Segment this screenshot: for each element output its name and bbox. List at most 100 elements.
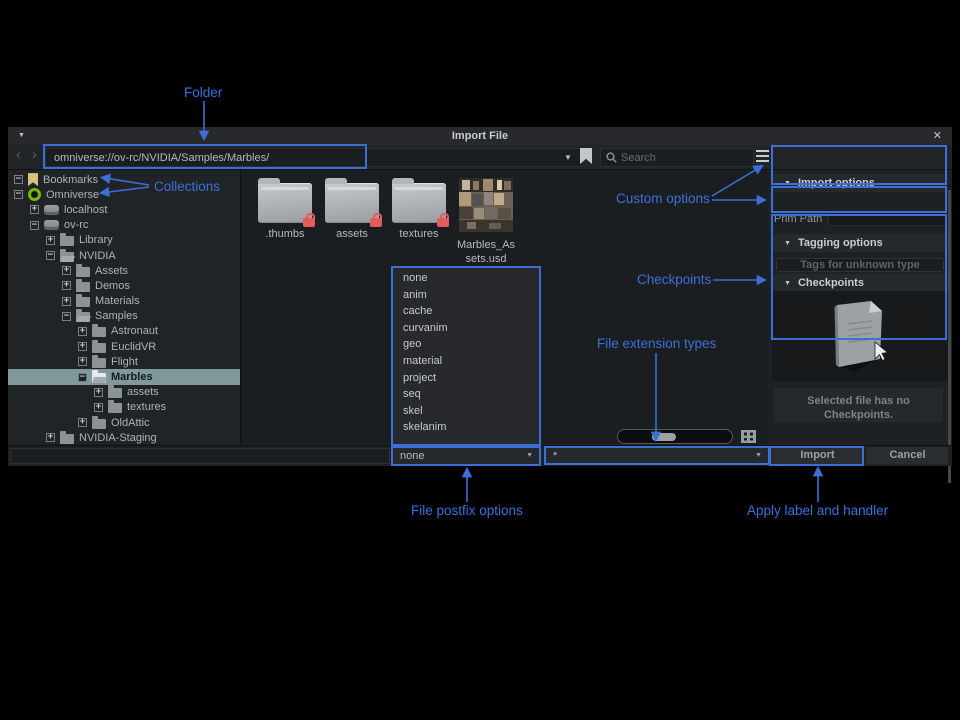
list-item[interactable]: seq [393,386,540,403]
expand-icon[interactable] [78,342,87,351]
tagging-options-header[interactable]: ▼ Tagging options [772,234,948,252]
search-icon [606,152,617,163]
document-icon [819,297,899,377]
tags-input[interactable]: Tags for unknown type [776,258,944,272]
tree-item-label: Flight [111,356,138,368]
list-item[interactable]: material [393,353,540,370]
folder-icon [392,183,446,223]
tree-item-textures-sub[interactable]: textures [8,400,240,415]
expand-icon[interactable] [46,236,55,245]
section-title: Tagging options [798,237,883,249]
prim-path-input[interactable] [828,211,946,226]
tree-item-demos[interactable]: Demos [8,278,240,293]
folder-icon [60,434,74,444]
options-panel: ▼ Import options Prim Path ▼ Tagging opt… [768,170,952,444]
bookmark-icon[interactable] [580,148,592,164]
folder-open-icon [60,252,74,262]
icon-size-slider[interactable] [617,429,733,444]
folder-icon [108,403,122,413]
section-title: Import options [798,177,875,189]
footer-bar: none ▼ * ▼ Import Cancel [8,445,952,466]
search-input[interactable] [621,152,741,164]
import-options-header[interactable]: ▼ Import options [772,174,948,192]
tree-item-localhost[interactable]: localhost [8,202,240,217]
cancel-button[interactable]: Cancel [867,447,948,464]
tree-item-assets[interactable]: Assets [8,263,240,278]
list-item[interactable]: skelanim [393,419,540,436]
collapse-icon[interactable] [14,175,23,184]
collapse-icon[interactable] [78,373,87,382]
folder-open-icon [92,373,106,383]
tree-item-assets-sub[interactable]: assets [8,385,240,400]
annotation-apply-label-and-handler: Apply label and handler [747,503,888,518]
expand-icon[interactable] [46,433,55,442]
grid-view-icon[interactable] [741,430,756,443]
server-icon [44,205,59,215]
path-input[interactable] [45,148,583,167]
file-item-marbles-usd[interactable]: Marbles_Assets.usd [455,178,517,267]
file-item-thumbs[interactable]: .thumbs [254,178,316,267]
list-item[interactable]: curvanim [393,320,540,337]
slider-handle[interactable] [652,433,676,441]
tree-item-euclidvr[interactable]: EuclidVR [8,339,240,354]
annotation-folder: Folder [184,85,222,100]
tree-item-marbles-selected[interactable]: Marbles [8,369,240,384]
scrollbar[interactable] [948,190,951,483]
collapse-icon[interactable] [62,312,71,321]
tree-item-label: NVIDIA-Staging [79,432,157,444]
tree-item-nvidia[interactable]: NVIDIA [8,248,240,263]
close-icon[interactable]: ✕ [933,129,942,142]
expand-icon[interactable] [78,327,87,336]
toolbar: ‹ › ▼ [8,145,952,170]
file-name: Marbles_Assets.usd [455,239,517,267]
checkpoints-header[interactable]: ▼ Checkpoints [772,274,948,292]
collapse-icon[interactable] [14,190,23,199]
tree-item-ov-rc[interactable]: ov-rc [8,218,240,233]
postfix-value: none [400,450,424,462]
collapse-caret-icon: ▼ [784,280,791,287]
expand-icon[interactable] [62,281,71,290]
annotation-file-postfix-options: File postfix options [411,503,523,518]
tree-item-materials[interactable]: Materials [8,294,240,309]
list-item[interactable]: anim [393,287,540,304]
path-dropdown-icon[interactable]: ▼ [564,154,572,162]
list-item[interactable]: none [393,270,540,287]
tree-item-flight[interactable]: Flight [8,354,240,369]
list-item[interactable]: geo [393,336,540,353]
file-item-assets[interactable]: assets [321,178,383,267]
forward-icon[interactable]: › [32,146,37,163]
list-item[interactable]: skel [393,403,540,420]
search-box[interactable] [600,148,754,167]
collapse-icon[interactable] [30,221,39,230]
tree-item-label: Omniverse [46,189,99,201]
tree-item-label: OldAttic [111,417,150,429]
back-icon[interactable]: ‹ [16,146,21,163]
tree-item-oldattic[interactable]: OldAttic [8,415,240,430]
tree-item-astronaut[interactable]: Astronaut [8,324,240,339]
list-item[interactable]: project [393,370,540,387]
import-button[interactable]: Import [771,447,864,464]
omniverse-logo-icon [28,188,41,201]
collapse-icon[interactable] [46,251,55,260]
no-checkpoints-message: Selected file has no Checkpoints. [774,388,943,422]
expand-icon[interactable] [94,403,103,412]
extension-dropdown[interactable]: * ▼ [545,446,770,465]
expand-icon[interactable] [78,418,87,427]
expand-icon[interactable] [30,205,39,214]
options-menu-icon[interactable] [756,150,769,163]
filename-input[interactable] [10,448,390,464]
expand-icon[interactable] [94,388,103,397]
tree-item-samples[interactable]: Samples [8,309,240,324]
title-bar[interactable]: ▼ Import File ✕ [8,127,952,145]
tree-item-label: Assets [95,265,128,277]
expand-icon[interactable] [62,297,71,306]
list-item[interactable]: cache [393,303,540,320]
tree-item-nvidia-staging[interactable]: NVIDIA-Staging [8,430,240,444]
tree-item-label: Demos [95,280,130,292]
annotation-checkpoints: Checkpoints [637,272,711,287]
tree-item-library[interactable]: Library [8,233,240,248]
expand-icon[interactable] [78,357,87,366]
expand-icon[interactable] [62,266,71,275]
file-item-textures[interactable]: textures [388,178,450,267]
postfix-dropdown[interactable]: none ▼ [392,446,541,465]
